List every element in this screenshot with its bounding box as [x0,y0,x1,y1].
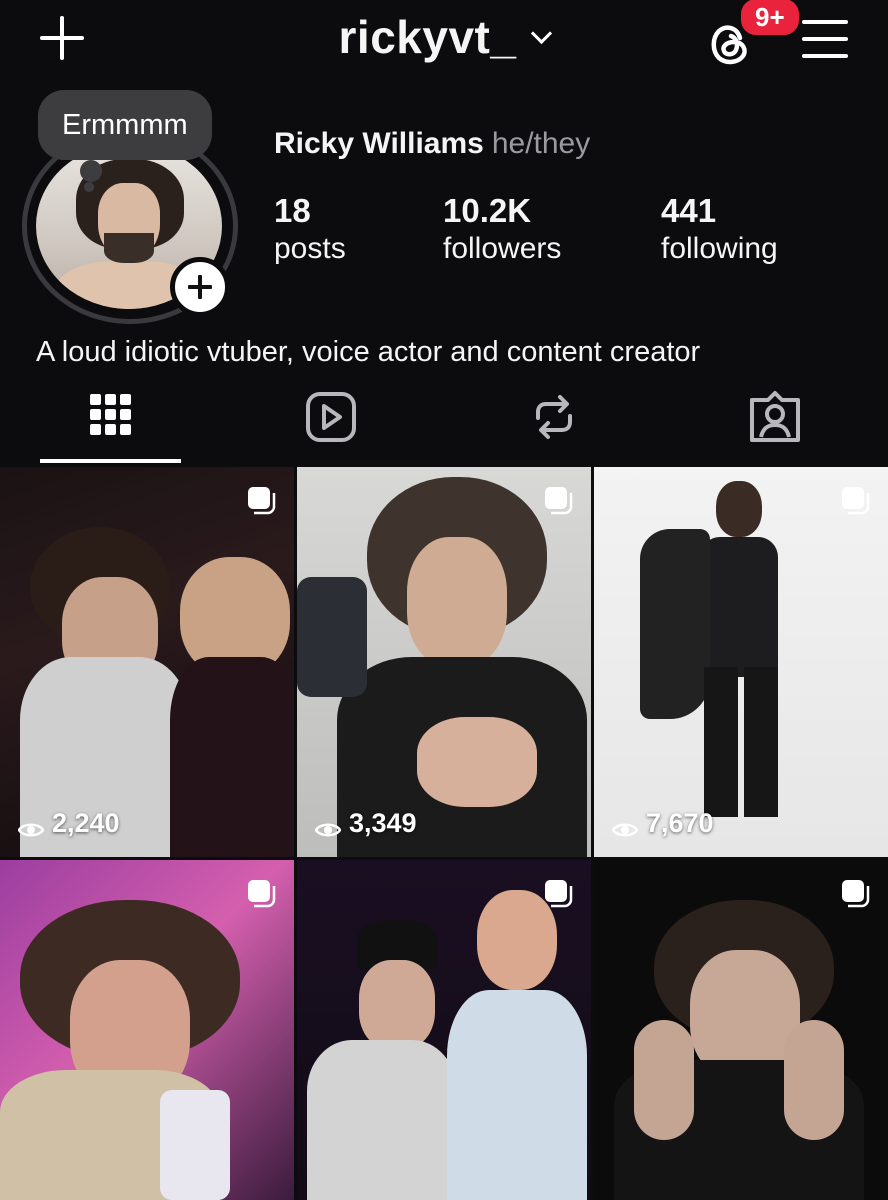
post-thumbnail[interactable]: 7,670 [594,467,888,857]
bio: A loud idiotic vtuber, voice actor and c… [36,336,701,368]
active-tab-indicator [40,459,181,463]
followers-count: 10.2K [443,192,532,229]
profile-name-row: Ricky Williams he/they [274,127,590,161]
reels-icon[interactable] [288,382,374,452]
post-thumbnail[interactable] [0,860,294,1200]
multi-photo-icon [543,485,573,515]
posts-label: posts [274,232,346,265]
eye-icon [314,815,342,836]
stat-following[interactable]: 441 following [661,192,778,268]
following-label: following [661,232,778,265]
view-count: 3,349 [314,808,417,839]
multi-photo-icon [246,485,276,515]
menu-icon[interactable] [802,20,850,58]
full-name: Ricky Williams [274,127,484,160]
eye-icon [611,815,639,836]
notification-badge: 9+ [738,0,802,38]
tagged-icon[interactable] [732,382,818,452]
post-thumbnail[interactable]: 2,240 [0,467,294,857]
note-bubble-tail [80,160,102,182]
stat-posts: 18 posts [274,192,346,268]
post-thumbnail[interactable] [297,860,591,1200]
view-count-value: 7,670 [646,808,714,838]
multi-photo-icon [246,878,276,908]
add-story-icon[interactable] [170,257,230,317]
posts-count: 18 [274,192,311,229]
following-count: 441 [661,192,717,229]
multi-photo-icon [840,485,870,515]
grid-icon[interactable] [68,382,154,452]
multi-photo-icon [543,878,573,908]
view-count-value: 3,349 [349,808,417,838]
multi-photo-icon [840,878,870,908]
reposts-icon[interactable] [510,382,596,452]
followers-label: followers [443,232,562,265]
eye-icon [17,815,45,836]
note-bubble[interactable]: Ermmmm [38,90,212,160]
view-count: 2,240 [17,808,120,839]
chevron-down-icon [531,22,553,45]
view-count: 7,670 [611,808,714,839]
pronouns: he/they [491,127,591,160]
username-label: rickyvt_ [338,11,517,63]
post-thumbnail[interactable] [594,860,888,1200]
note-bubble-tail-small [84,182,94,192]
view-count-value: 2,240 [52,808,120,838]
post-thumbnail[interactable]: 3,349 [297,467,591,857]
stat-followers[interactable]: 10.2K followers [443,192,561,268]
